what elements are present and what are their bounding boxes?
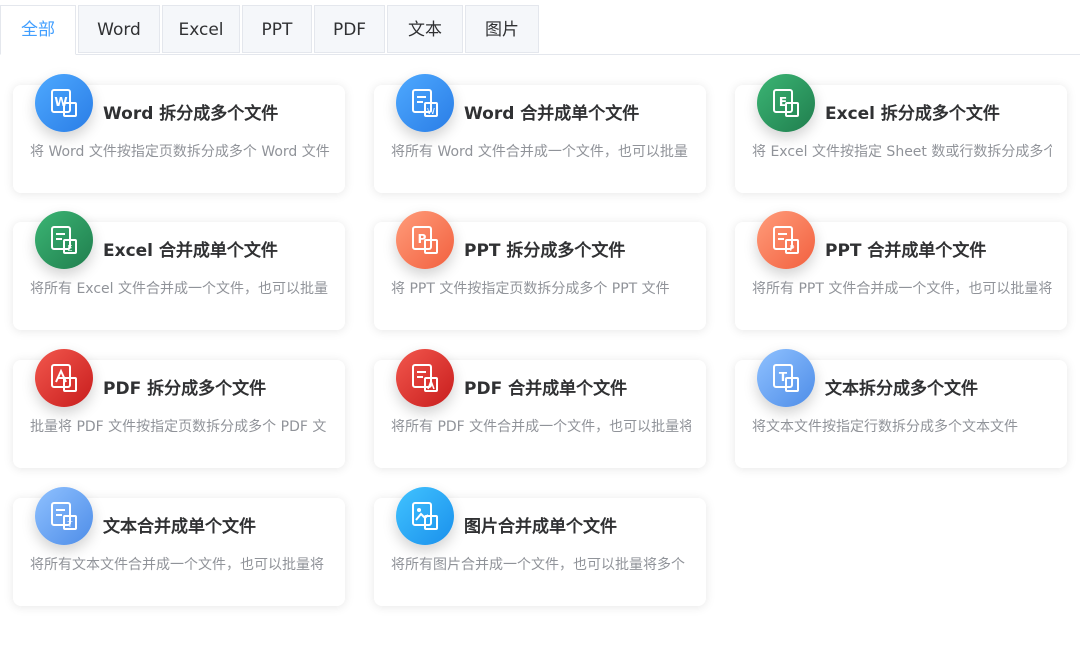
card-excel-merge[interactable]: E Excel 合并成单个文件 将所有 Excel 文件合并成一个文件，也可以批… — [13, 211, 345, 330]
card-description: 批量将 PDF 文件按指定页数拆分成多个 PDF 文 — [30, 419, 327, 435]
card-title: PPT 拆分成多个文件 — [464, 241, 626, 261]
card-word-merge[interactable]: W Word 合并成单个文件 将所有 Word 文件合并成一个文件，也可以批量 — [374, 74, 706, 193]
word-icon: W — [35, 74, 93, 132]
card-description: 将所有 PPT 文件合并成一个文件，也可以批量将 — [752, 281, 1052, 297]
card-description: 将 PPT 文件按指定页数拆分成多个 PPT 文件 — [391, 281, 670, 297]
svg-text:T: T — [67, 520, 73, 529]
card-title: Excel 合并成单个文件 — [103, 241, 278, 261]
tab-excel[interactable]: Excel — [162, 5, 240, 53]
card-title: Excel 拆分成多个文件 — [825, 104, 1000, 124]
card-description: 将所有图片合并成一个文件，也可以批量将多个 — [391, 557, 685, 573]
card-excel-split[interactable]: E Excel 拆分成多个文件 将 Excel 文件按指定 Sheet 数或行数… — [735, 74, 1067, 193]
svg-text:E: E — [67, 244, 72, 253]
card-text-split[interactable]: T 文本拆分成多个文件 将文本文件按指定行数拆分成多个文本文件 — [735, 349, 1067, 468]
excel-icon: E — [757, 74, 815, 132]
pdf-merge-icon — [396, 349, 454, 407]
svg-text:W: W — [427, 107, 435, 116]
excel-merge-icon: E — [35, 211, 93, 269]
category-tabs: 全部 Word Excel PPT PDF 文本 图片 — [0, 0, 1080, 55]
tab-image[interactable]: 图片 — [465, 5, 539, 53]
card-ppt-split[interactable]: P PPT 拆分成多个文件 将 PPT 文件按指定页数拆分成多个 PPT 文件 — [374, 211, 706, 330]
card-word-split[interactable]: W Word 拆分成多个文件 将 Word 文件按指定页数拆分成多个 Word … — [13, 74, 345, 193]
card-title: PDF 拆分成多个文件 — [103, 379, 267, 399]
ppt-icon: P — [396, 211, 454, 269]
card-text-merge[interactable]: T 文本合并成单个文件 将所有文本文件合并成一个文件，也可以批量将 — [13, 487, 345, 606]
card-image-merge[interactable]: 图片合并成单个文件 将所有图片合并成一个文件，也可以批量将多个 — [374, 487, 706, 606]
card-title: Word 拆分成多个文件 — [103, 104, 279, 124]
card-title: 文本合并成单个文件 — [103, 517, 256, 537]
image-merge-icon — [396, 487, 454, 545]
svg-text:P: P — [790, 244, 795, 253]
card-ppt-merge[interactable]: P PPT 合并成单个文件 将所有 PPT 文件合并成一个文件，也可以批量将 — [735, 211, 1067, 330]
card-title: Word 合并成单个文件 — [464, 104, 640, 124]
card-description: 将所有文本文件合并成一个文件，也可以批量将 — [30, 557, 324, 573]
card-description: 将 Word 文件按指定页数拆分成多个 Word 文件 — [30, 144, 330, 160]
card-description: 将所有 Word 文件合并成一个文件，也可以批量 — [391, 144, 688, 160]
card-pdf-split[interactable]: PDF 拆分成多个文件 批量将 PDF 文件按指定页数拆分成多个 PDF 文 — [13, 349, 345, 468]
card-title: 图片合并成单个文件 — [464, 517, 617, 537]
tab-text[interactable]: 文本 — [387, 5, 463, 53]
card-title: PDF 合并成单个文件 — [464, 379, 628, 399]
card-description: 将所有 Excel 文件合并成一个文件，也可以批量 — [30, 281, 328, 297]
card-description: 将 Excel 文件按指定 Sheet 数或行数拆分成多个 — [752, 144, 1052, 160]
card-title: PPT 合并成单个文件 — [825, 241, 987, 261]
text-merge-icon: T — [35, 487, 93, 545]
card-pdf-merge[interactable]: PDF 合并成单个文件 将所有 PDF 文件合并成一个文件，也可以批量将 — [374, 349, 706, 468]
card-title: 文本拆分成多个文件 — [825, 379, 978, 399]
tab-ppt[interactable]: PPT — [242, 5, 312, 53]
tab-pdf[interactable]: PDF — [314, 5, 385, 53]
ppt-merge-icon: P — [757, 211, 815, 269]
card-description: 将文本文件按指定行数拆分成多个文本文件 — [752, 419, 1018, 435]
tab-all[interactable]: 全部 — [0, 5, 76, 55]
pdf-icon — [35, 349, 93, 407]
text-icon: T — [757, 349, 815, 407]
card-description: 将所有 PDF 文件合并成一个文件，也可以批量将 — [391, 419, 691, 435]
tab-word[interactable]: Word — [78, 5, 160, 53]
word-merge-icon: W — [396, 74, 454, 132]
